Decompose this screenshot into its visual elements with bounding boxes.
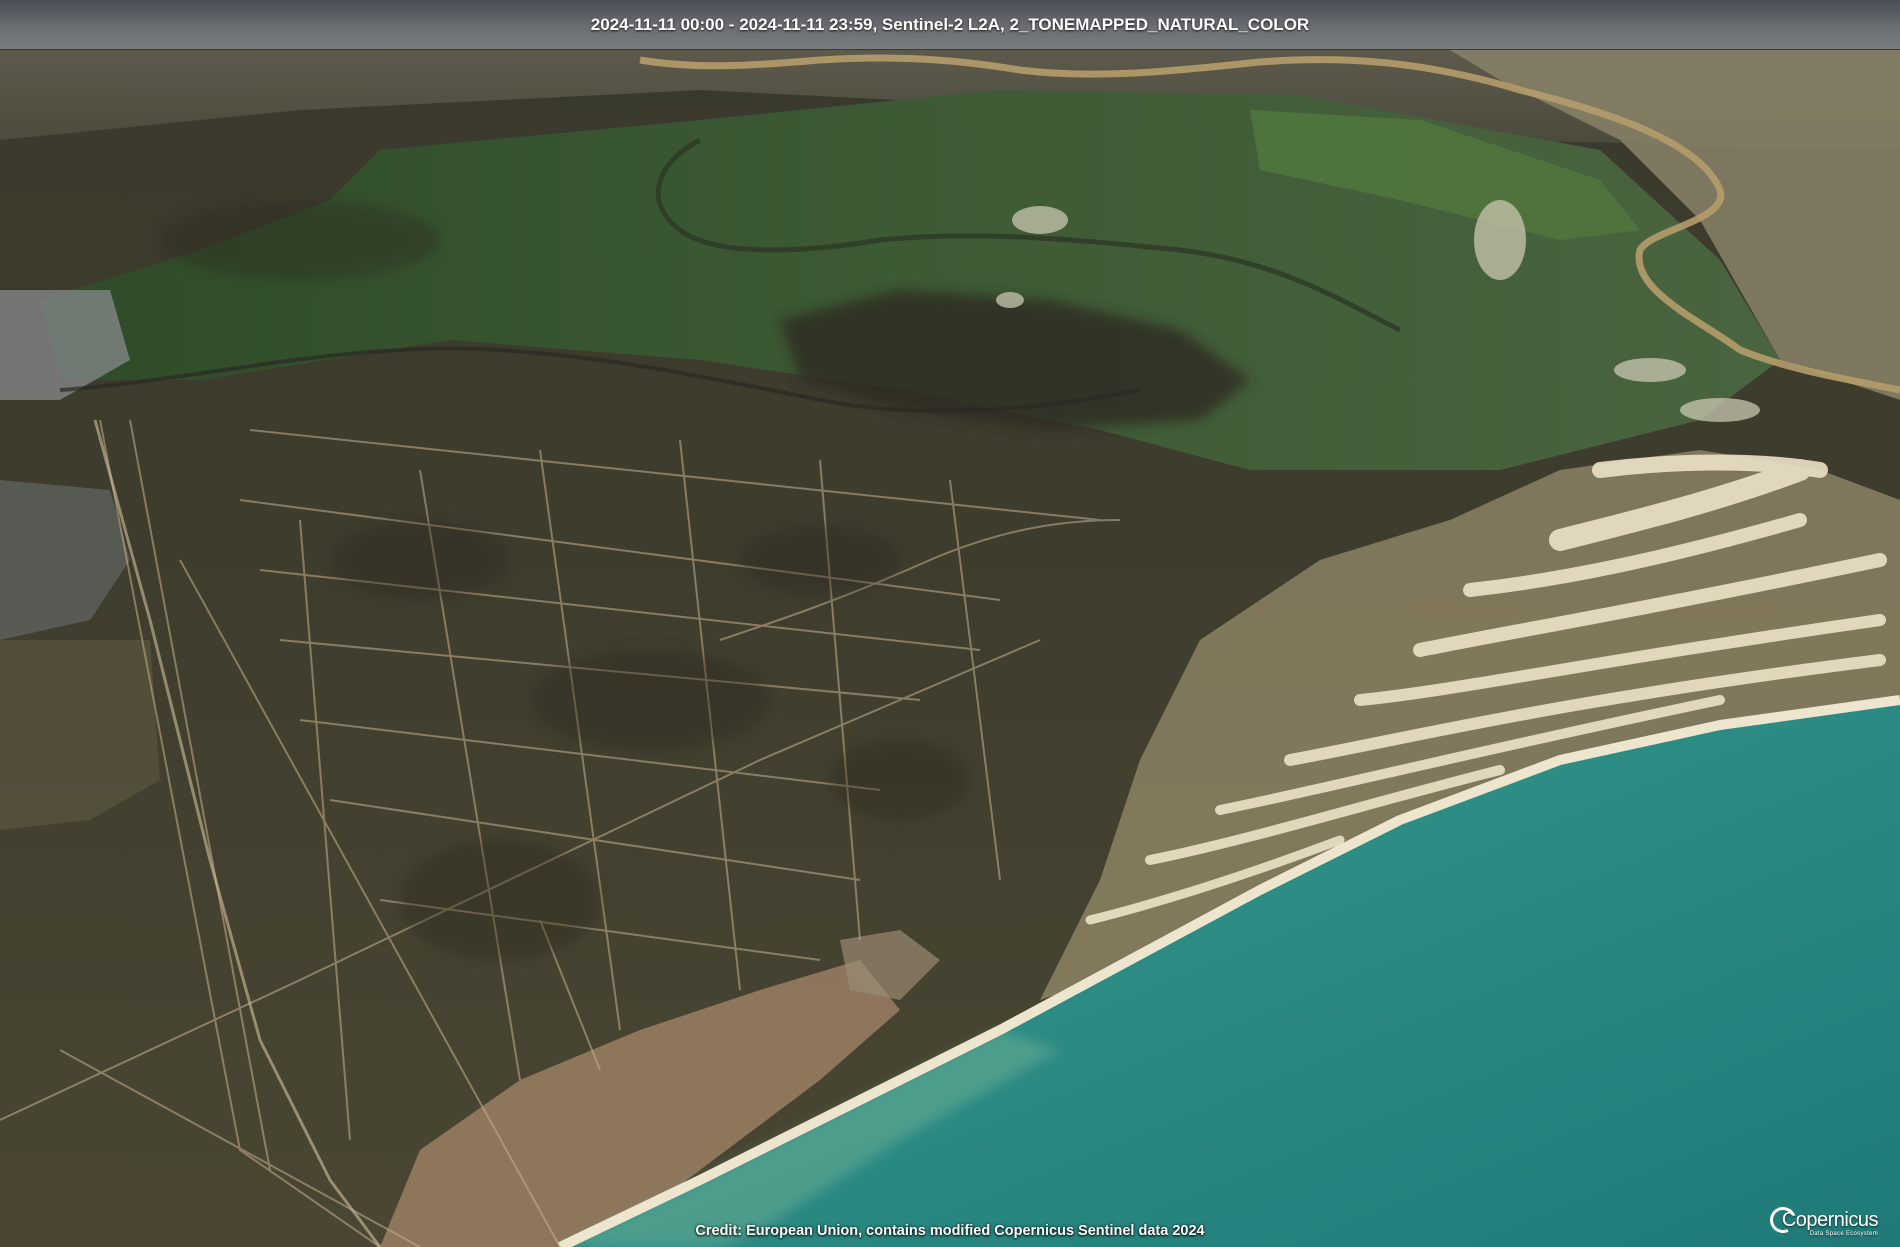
attribution-credit: Credit: European Union, contains modifie…: [695, 1223, 1205, 1239]
copernicus-logo: Copernicus Data Space Ecosystem: [1766, 1203, 1879, 1237]
logo-subtitle: Data Space Ecosystem: [1809, 1231, 1878, 1237]
satellite-terrain-view[interactable]: [0, 0, 1900, 1247]
map-viewer[interactable]: 2024-11-11 00:00 - 2024-11-11 23:59, Sen…: [0, 0, 1900, 1247]
imagery-info-text: 2024-11-11 00:00 - 2024-11-11 23:59, Sen…: [590, 14, 1310, 34]
imagery-info-banner: 2024-11-11 00:00 - 2024-11-11 23:59, Sen…: [0, 0, 1900, 49]
